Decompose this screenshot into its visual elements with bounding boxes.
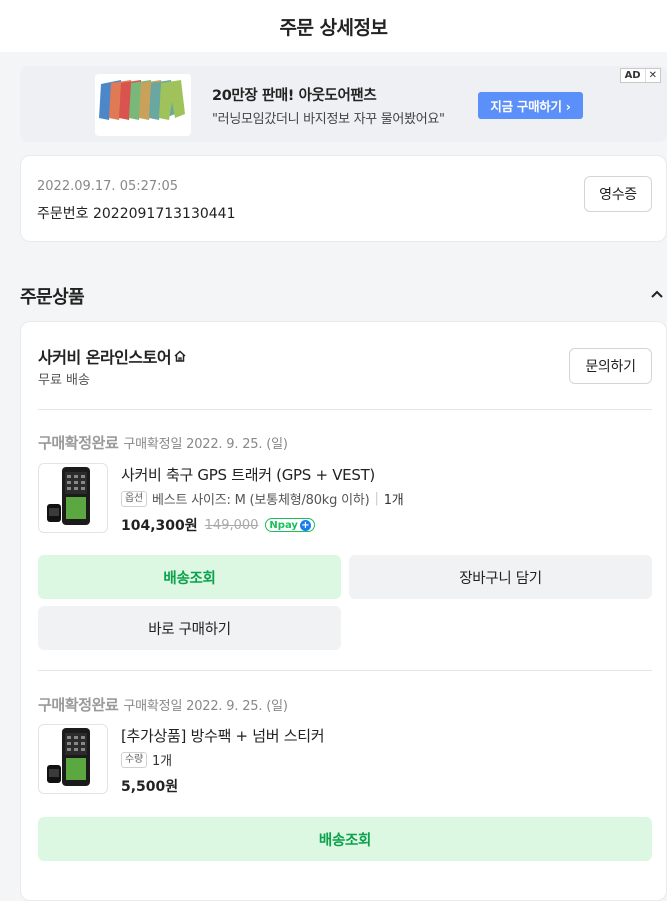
track-delivery-button[interactable]: 배송조회 [38, 817, 652, 861]
product-price: 5,500원 [121, 779, 179, 795]
product-name[interactable]: 사커비 축구 GPS 트래커 (GPS + VEST) [121, 464, 375, 485]
buy-again-button[interactable]: 바로 구매하기 [38, 606, 341, 650]
receipt-button[interactable]: 영수증 [584, 176, 652, 212]
store-name[interactable]: 사커비 온라인스토어 [38, 344, 187, 368]
ad-label: AD [621, 69, 646, 82]
product-image[interactable] [38, 463, 108, 533]
ad-close-icon[interactable]: ✕ [646, 69, 660, 82]
store-shipping: 무료 배송 [38, 373, 90, 388]
product-price: 104,300원 [121, 518, 198, 534]
divider [38, 409, 652, 410]
product-quantity: 1개 [152, 754, 172, 769]
item-status-date: 구매확정일 2022. 9. 25. (일) [123, 437, 288, 452]
order-datetime: 2022.09.17. 05:27:05 [37, 179, 179, 194]
product-image[interactable] [38, 724, 108, 794]
option-chip: 수량 [121, 751, 147, 768]
product-price-row: 5,500원 [121, 776, 178, 796]
divider [38, 670, 652, 671]
store-name-text[interactable]: 사커비 온라인스토어 [38, 344, 172, 368]
option-separator: | [374, 491, 379, 506]
original-price: 149,000 [204, 517, 259, 533]
order-products-card: 사커비 온라인스토어 무료 배송 문의하기 구매확정완료구매확정일 2022. … [20, 321, 667, 901]
npay-label: Npay [269, 519, 298, 531]
ad-banner[interactable]: 20만장 판매! 아웃도어팬츠 "러닝모임갔더니 바지정보 자꾸 물어봤어요" … [20, 66, 667, 142]
ad-product-image[interactable] [95, 74, 191, 136]
npay-badge: Npay + [265, 518, 315, 532]
option-chip: 옵션 [121, 490, 147, 507]
item-status-label: 구매확정완료 [38, 696, 119, 714]
ad-buy-now-button[interactable]: 지금 구매하기 › [478, 92, 583, 119]
option-text: 베스트 사이즈: M (보통체형/80kg 이하) [152, 493, 370, 508]
order-number: 주문번호 2022091713130441 [37, 206, 236, 222]
product-quantity: 1개 [383, 493, 404, 508]
npay-plus-icon: + [299, 519, 311, 531]
page-title: 주문 상세정보 [279, 17, 389, 39]
header-bar: 주문 상세정보 [0, 0, 667, 52]
track-delivery-button[interactable]: 배송조회 [38, 555, 341, 599]
section-title: 주문상품 [20, 287, 85, 308]
order-info-card: 2022.09.17. 05:27:05 주문번호 20220917131304… [20, 155, 667, 242]
item-status-label: 구매확정완료 [38, 434, 119, 452]
inquiry-button[interactable]: 문의하기 [569, 348, 652, 384]
product-option: 수량 1개 [121, 750, 172, 769]
ad-headline[interactable]: 20만장 판매! 아웃도어팬츠 [212, 84, 377, 105]
add-to-cart-button[interactable]: 장바구니 담기 [349, 555, 652, 599]
chevron-up-icon[interactable] [650, 287, 664, 301]
item-status: 구매확정완료 구매확정일 2022. 9. 25. (일) [38, 694, 288, 715]
home-icon[interactable] [173, 349, 187, 363]
ad-subtext: "러닝모임갔더니 바지정보 자꾸 물어봤어요" [212, 112, 445, 127]
product-price-row: 104,300원 149,000 Npay + [121, 515, 315, 535]
product-option: 옵션 베스트 사이즈: M (보통체형/80kg 이하) | 1개 [121, 489, 404, 508]
product-name[interactable]: [추가상품] 방수팩 + 넘버 스티커 [121, 725, 325, 746]
item-status-date: 구매확정일 2022. 9. 25. (일) [123, 699, 288, 714]
item-status: 구매확정완료 구매확정일 2022. 9. 25. (일) [38, 432, 288, 453]
ad-tag: AD ✕ [619, 68, 661, 83]
